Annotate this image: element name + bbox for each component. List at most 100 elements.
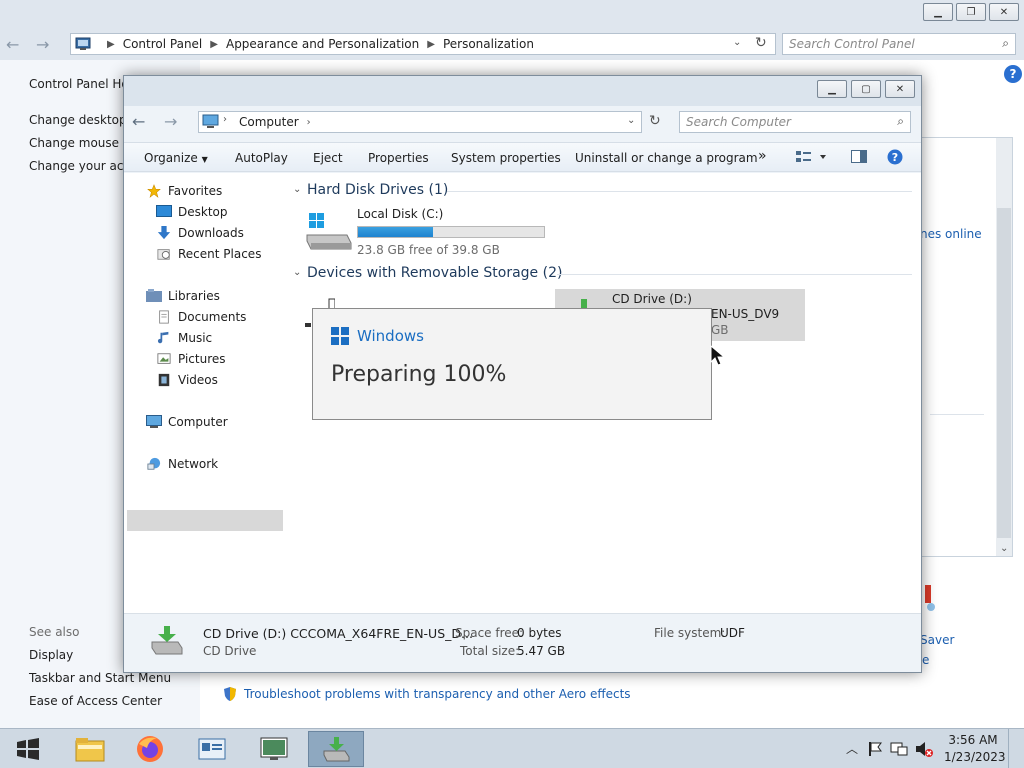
cp-home-link[interactable]: Control Panel Hor [29,77,134,91]
explorer-close-button[interactable]: ✕ [885,80,915,98]
cd-drive-icon [323,737,350,762]
troubleshoot-link[interactable]: Troubleshoot problems with transparency … [244,687,631,701]
nav-music-label: Music [178,331,213,345]
explorer-address-bar[interactable]: › Computer › ⌄ [198,111,642,133]
cp-restore-button[interactable]: ❐ [956,3,986,21]
nav-network[interactable]: Network [146,457,218,471]
nav-favorites[interactable]: Favorites [146,184,222,198]
nav-videos-label: Videos [178,373,218,387]
help-icon[interactable]: ? [1004,65,1022,83]
cp-forward-icon[interactable]: → [36,35,49,54]
cp-address-bar[interactable]: ▶ Control Panel ▶ Appearance and Persona… [70,33,776,55]
volume-muted-icon[interactable] [914,740,934,758]
personalization-icon [260,737,288,760]
scroll-down-icon[interactable]: ⌄ [1000,543,1008,554]
explorer-forward-icon[interactable]: → [164,112,177,131]
cp-change-desktop-link[interactable]: Change desktop i [29,113,134,127]
nav-downloads-label: Downloads [178,226,244,240]
nav-desktop[interactable]: Desktop [156,205,228,219]
breadcrumb-control-panel[interactable]: Control Panel [123,37,203,51]
breadcrumb-separator: › [223,114,227,125]
explorer-maximize-button[interactable]: ▢ [851,80,881,98]
cp-change-account-link[interactable]: Change your acco [29,159,137,173]
collapse-chevron-icon[interactable]: ⌄ [293,184,301,195]
system-properties-button[interactable]: System properties [451,151,561,165]
hard-disk-group-header[interactable]: Hard Disk Drives (1) [307,182,448,198]
group-divider [447,191,912,192]
clock-time[interactable]: 3:56 AM [946,733,1000,747]
autoplay-button[interactable]: AutoPlay [235,151,288,165]
nav-recent-places-label: Recent Places [178,247,262,261]
taskbar-start-link[interactable]: Taskbar and Start Menu [29,671,171,685]
cp-scrollbar-thumb[interactable] [997,208,1011,538]
see-also-label: See also [29,625,80,639]
help-icon[interactable]: ? [887,149,903,168]
search-icon[interactable]: ⌕ [1002,36,1009,51]
show-desktop-button[interactable] [1008,729,1024,768]
preview-pane-icon[interactable] [851,149,867,168]
nav-downloads[interactable]: Downloads [156,226,244,240]
nav-videos[interactable]: Videos [156,373,218,387]
taskbar-computer-window[interactable] [308,731,364,767]
removable-storage-group-header[interactable]: Devices with Removable Storage (2) [307,265,562,281]
collapse-chevron-icon[interactable]: ⌄ [293,267,301,278]
windows-start-icon [17,738,39,760]
chevron-down-icon[interactable]: ⌄ [627,115,635,126]
cp-back-icon[interactable]: ← [6,35,19,54]
nav-pictures[interactable]: Pictures [156,352,226,366]
popup-brand-label: Windows [357,327,424,345]
windows-logo-icon [331,327,349,345]
display-link[interactable]: Display [29,648,73,662]
local-disk-name[interactable]: Local Disk (C:) [357,207,443,221]
breadcrumb-personalization[interactable]: Personalization [443,37,534,51]
ease-of-access-link[interactable]: Ease of Access Center [29,694,162,708]
breadcrumb-computer[interactable]: Computer [239,115,299,129]
explorer-search-input[interactable]: Search Computer ⌕ [679,111,911,133]
cp-change-mouse-link[interactable]: Change mouse po [29,136,138,150]
preparing-status-text: Preparing 100% [331,362,507,387]
show-hidden-icons-icon[interactable]: ︿ [846,740,858,757]
cp-close-button[interactable]: ✕ [989,3,1019,21]
explorer-toolbar: Organize ▼ AutoPlay Eject Properties Sys… [124,142,921,172]
search-icon[interactable]: ⌕ [897,114,904,129]
clock-date[interactable]: 1/23/2023 [944,750,1006,764]
taskbar-control-panel-app[interactable] [184,731,240,767]
get-themes-online-link[interactable]: nes online [920,227,982,241]
organize-menu[interactable]: Organize ▼ [144,151,208,165]
cp-search-input[interactable]: Search Control Panel ⌕ [782,33,1016,55]
nav-documents[interactable]: Documents [156,310,246,324]
space-free-value: 0 bytes [517,626,562,640]
chevron-down-icon[interactable]: ⌄ [733,37,741,48]
taskbar-firefox[interactable] [122,731,178,767]
more-commands-button[interactable]: » [758,148,767,164]
explorer-minimize-button[interactable]: ▁ [817,80,847,98]
eject-button[interactable]: Eject [313,151,343,165]
cp-search-placeholder: Search Control Panel [789,37,915,51]
nav-favorites-label: Favorites [168,184,223,198]
system-info-icon [198,738,226,760]
properties-button[interactable]: Properties [368,151,429,165]
nav-desktop-label: Desktop [178,205,228,219]
nav-music[interactable]: Music [156,331,212,345]
computer-icon [146,415,162,428]
breadcrumb-appearance[interactable]: Appearance and Personalization [226,37,419,51]
local-disk-icon[interactable] [305,211,353,255]
action-center-flag-icon[interactable] [868,741,882,757]
start-button[interactable] [0,731,56,767]
explorer-refresh-icon[interactable]: ↻ [649,113,661,129]
taskbar-file-explorer[interactable] [62,731,118,767]
folder-icon [75,738,105,762]
taskbar-personalization[interactable] [246,731,302,767]
explorer-back-icon[interactable]: ← [132,112,145,131]
view-options-icon[interactable] [796,149,826,168]
breadcrumb-separator: ▶ [107,38,115,50]
nav-recent-places[interactable]: Recent Places [156,247,261,261]
uninstall-program-button[interactable]: Uninstall or change a program [575,151,758,165]
cp-minimize-button[interactable]: ▁ [923,3,953,21]
nav-pictures-label: Pictures [178,352,226,366]
nav-computer[interactable]: Computer [146,415,228,429]
nav-libraries[interactable]: Libraries [146,289,220,303]
network-status-icon[interactable] [890,740,908,758]
refresh-icon[interactable]: ↻ [755,35,767,51]
screen-saver-link[interactable]: Saver [920,633,954,647]
